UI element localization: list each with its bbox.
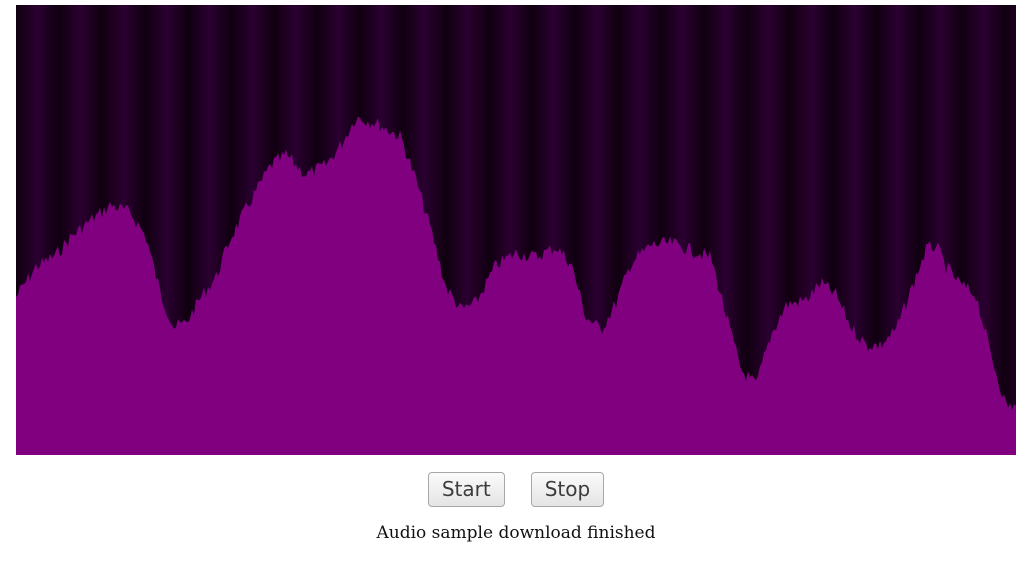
visualizer-stripe: [1005, 5, 1016, 455]
playback-controls: Start Stop: [0, 472, 1032, 507]
start-button[interactable]: Start: [427, 472, 505, 507]
stop-button[interactable]: Stop: [530, 472, 605, 507]
status-message: Audio sample download finished: [376, 523, 656, 543]
frequency-visualizer: [16, 5, 1016, 455]
